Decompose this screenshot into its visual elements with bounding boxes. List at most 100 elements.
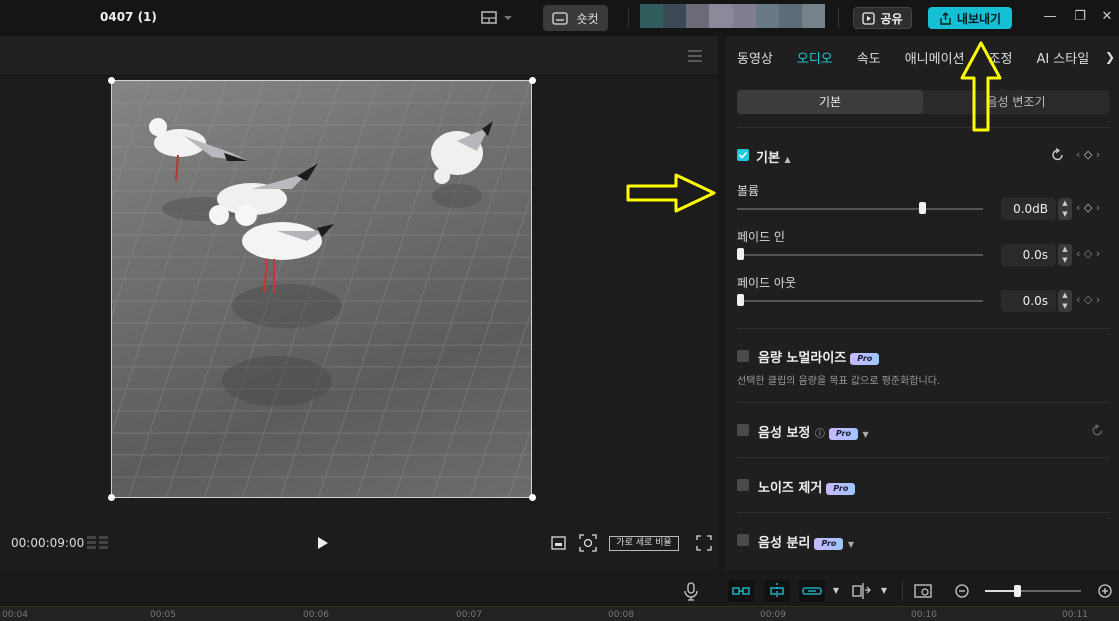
ruler-tick: 00:05 [150, 610, 176, 620]
separate-checkbox[interactable] [737, 534, 749, 546]
layout-switch-button[interactable] [480, 8, 516, 28]
ruler-tick: 00:11 [1062, 610, 1088, 620]
divider [737, 127, 1109, 128]
blur-block [778, 4, 802, 28]
microphone-icon[interactable] [680, 581, 702, 601]
tab-audio[interactable]: 오디오 [785, 48, 845, 67]
fade-out-slider-thumb[interactable] [737, 294, 744, 306]
volume-keyframe[interactable]: ‹ ◇ › [1076, 201, 1100, 214]
zoom-in-icon[interactable] [1094, 581, 1116, 601]
zoom-slider-fill [985, 590, 1017, 592]
magnet-link-icon [732, 587, 750, 595]
divider [628, 8, 629, 28]
enhance-checkbox[interactable] [737, 424, 749, 436]
crop-handle[interactable] [529, 494, 536, 501]
tab-adjust[interactable]: 조정 [977, 48, 1025, 67]
aspect-ratio-button[interactable]: 가로 세로 비율 [609, 536, 679, 551]
tabs-scroll-right-icon[interactable]: ❯ [1105, 50, 1115, 64]
timeline-ruler[interactable]: 00:04 00:05 00:06 00:07 00:08 00:09 00:1… [0, 606, 1119, 621]
tab-ai-style[interactable]: AI 스타일 [1024, 48, 1101, 67]
fade-out-keyframe[interactable]: ‹ ◇ › [1076, 293, 1100, 306]
subtab-voice-changer[interactable]: 음성 변조기 [923, 90, 1109, 114]
crop-handle[interactable] [108, 494, 115, 501]
close-icon[interactable]: ✕ [1098, 9, 1116, 27]
inspector-tabs: 동영상 오디오 속도 애니메이션 조정 AI 스타일 [725, 36, 1119, 78]
project-title: 0407 (1) [100, 10, 157, 24]
subtab-basic[interactable]: 기본 [737, 90, 923, 114]
shortcut-button[interactable]: 숏컷 [543, 5, 608, 31]
main-track-magnet-button[interactable] [728, 580, 754, 602]
reset-icon[interactable] [1091, 424, 1104, 437]
tab-video[interactable]: 동영상 [725, 48, 785, 67]
seagulls-frame-image [112, 81, 531, 497]
reset-icon[interactable] [1051, 148, 1065, 162]
zoom-out-icon[interactable] [951, 581, 973, 601]
menu-icon[interactable] [688, 50, 702, 62]
share-icon [862, 11, 876, 25]
grid-list-icon[interactable] [87, 536, 109, 550]
play-icon[interactable] [316, 535, 330, 551]
ruler-tick: 00:10 [911, 610, 937, 620]
restore-icon[interactable]: ❐ [1071, 9, 1089, 27]
tab-animation[interactable]: 애니메이션 [893, 48, 977, 67]
volume-label: 볼륨 [737, 184, 760, 198]
crop-handle[interactable] [529, 77, 536, 84]
crop-handle[interactable] [108, 77, 115, 84]
fade-in-stepper[interactable]: ▲ ▼ [1058, 244, 1072, 266]
fade-out-value[interactable]: 0.0s [1001, 290, 1056, 312]
video-preview[interactable] [111, 80, 532, 498]
basic-checkbox[interactable] [737, 149, 749, 161]
separate-section-title[interactable]: 음성 분리 Pro ▼ [758, 532, 854, 551]
pro-badge: Pro [814, 537, 844, 550]
preview-axis-icon[interactable] [851, 581, 873, 601]
blur-block [755, 4, 779, 28]
expand-icon[interactable] [695, 534, 713, 552]
safe-area-icon[interactable] [550, 534, 568, 552]
fade-out-stepper[interactable]: ▲ ▼ [1058, 290, 1072, 312]
chevron-down-icon[interactable]: ▼ [873, 581, 895, 601]
volume-stepper[interactable]: ▲ ▼ [1058, 198, 1072, 220]
share-button[interactable]: 공유 [853, 7, 912, 29]
zoom-slider-thumb[interactable] [1014, 585, 1021, 597]
link-icon [802, 587, 822, 595]
divider [902, 581, 903, 601]
ruler-tick: 00:04 [2, 610, 28, 620]
denoise-title: 노이즈 제거 [758, 481, 823, 496]
snap-icon [770, 583, 784, 599]
caret-up-icon: ▲ [784, 155, 791, 164]
divider [737, 512, 1109, 513]
auto-snap-button[interactable] [764, 580, 790, 602]
fullscreen-focus-icon[interactable] [579, 534, 597, 552]
zoom-fit-icon[interactable] [913, 581, 935, 601]
basic-title: 기본 [756, 151, 780, 166]
fade-in-slider[interactable] [737, 254, 983, 256]
fade-in-slider-thumb[interactable] [737, 248, 744, 260]
volume-slider[interactable] [737, 208, 983, 210]
timecode: 00:00:09:00 [11, 536, 85, 550]
normalize-description: 선택한 클립의 음량을 목표 값으로 평준화합니다. [737, 376, 941, 387]
fade-in-keyframe[interactable]: ‹ ◇ › [1076, 247, 1100, 260]
denoise-section-title: 노이즈 제거 Pro [758, 477, 856, 496]
blurred-region [640, 4, 825, 28]
chevron-down-icon[interactable]: ▼ [825, 581, 847, 601]
export-label: 내보내기 [956, 11, 1002, 26]
normalize-checkbox[interactable] [737, 350, 749, 362]
tab-speed[interactable]: 속도 [845, 48, 893, 67]
fade-in-value[interactable]: 0.0s [1001, 244, 1056, 266]
export-button[interactable]: 내보내기 [928, 7, 1012, 29]
minimize-icon[interactable]: — [1041, 9, 1059, 27]
divider [737, 328, 1109, 329]
caret-down-icon: ▼ [847, 540, 855, 549]
ruler-tick: 00:09 [760, 610, 786, 620]
normalize-section-title: 음량 노멀라이즈 Pro [758, 347, 880, 366]
enhance-title: 음성 보정 [758, 426, 811, 441]
denoise-checkbox[interactable] [737, 479, 749, 491]
volume-value[interactable]: 0.0dB [1001, 198, 1056, 220]
enhance-section-title[interactable]: 음성 보정 ⓘ Pro ▼ [758, 422, 869, 441]
fade-out-slider[interactable] [737, 300, 983, 302]
linkage-button[interactable] [799, 580, 825, 602]
basic-section-title[interactable]: 기본 ▲ [756, 147, 791, 166]
keyframe-nav[interactable]: ‹ ◇ › [1076, 148, 1100, 161]
help-icon[interactable]: ⓘ [815, 429, 825, 440]
volume-slider-thumb[interactable] [918, 202, 926, 214]
